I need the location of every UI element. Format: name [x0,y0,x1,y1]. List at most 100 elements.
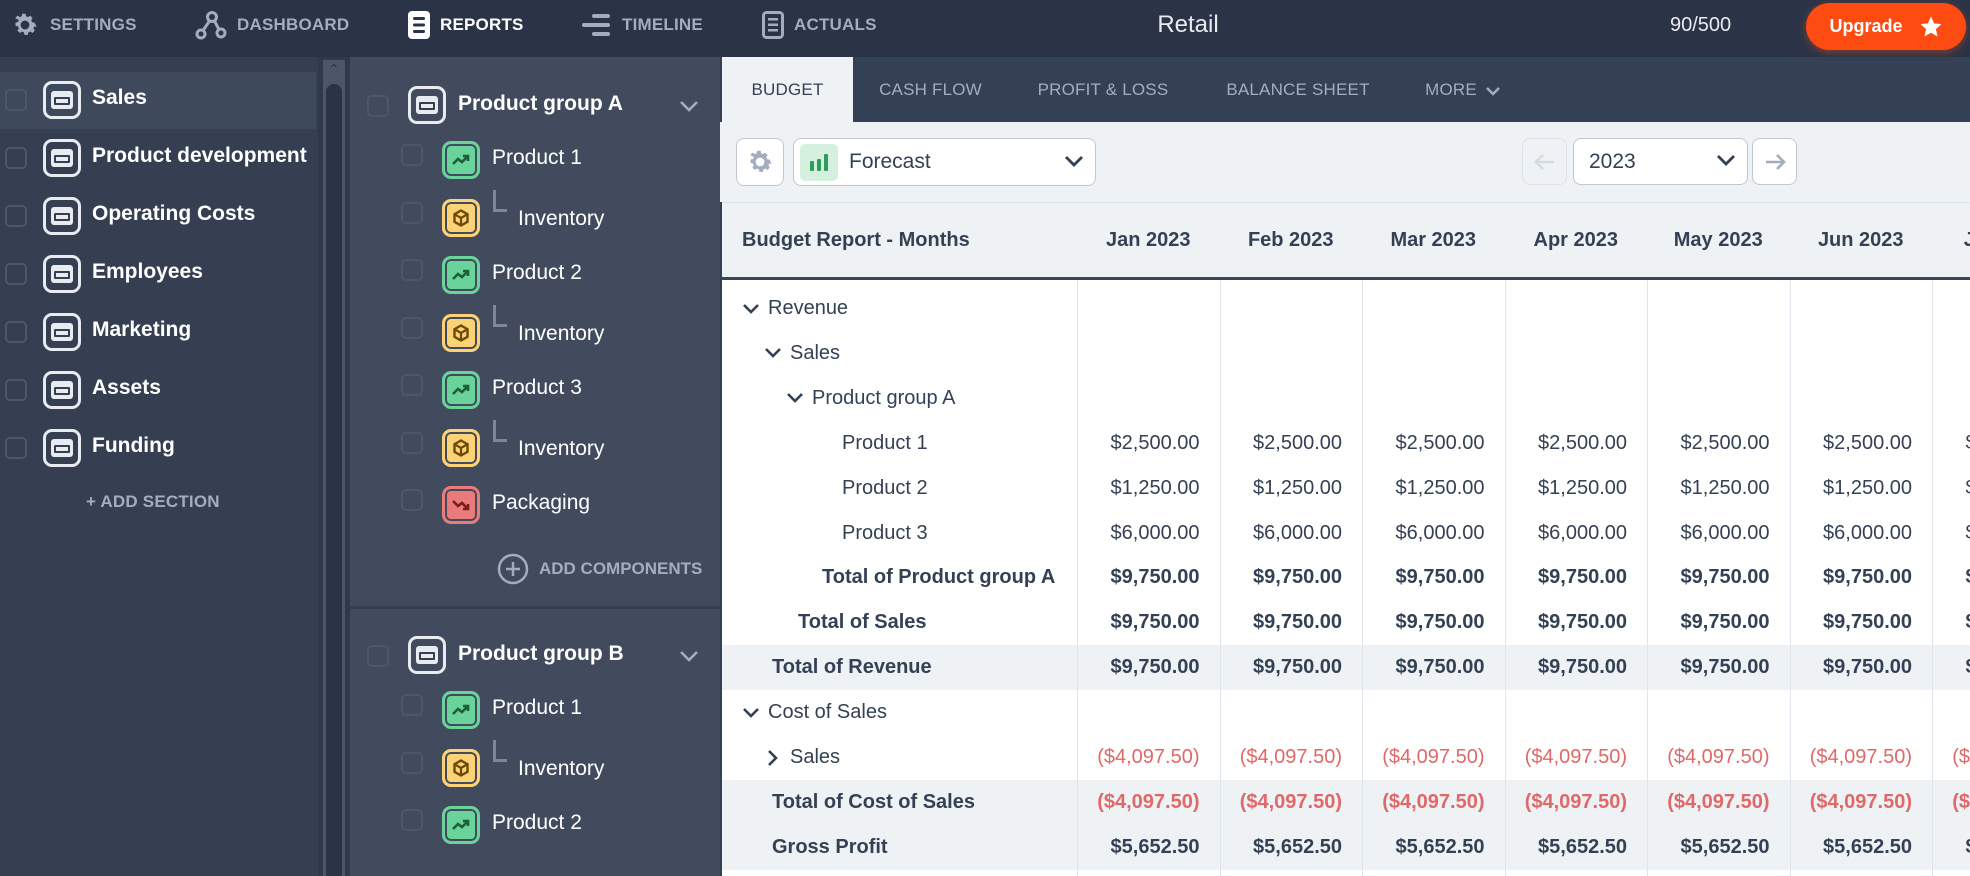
tab-profit-loss[interactable]: PROFIT & LOSS [1008,57,1198,122]
section-checkbox[interactable] [5,379,27,401]
add-section-button[interactable]: + ADD SECTION [86,492,220,512]
value-cell[interactable]: $9,750.00 [1752,600,1912,645]
value-cell[interactable]: $6,000.00 [1325,511,1485,556]
row-label[interactable]: Sales [764,735,840,780]
section-checkbox[interactable] [5,89,27,111]
value-cell[interactable]: $9,750.00 [1752,555,1912,600]
component-item[interactable]: Inventory [350,739,720,799]
value-cell[interactable] [1182,690,1342,735]
value-cell[interactable] [1325,690,1485,735]
nav-reports[interactable]: REPORTS [408,0,524,50]
value-cell[interactable]: ($4,097.50) [1325,735,1484,780]
value-cell[interactable]: $6,000.00 [1040,511,1200,556]
value-cell[interactable]: $9,750.00 [1752,645,1912,690]
value-cell[interactable]: $2,500.00 [1467,421,1627,466]
sidebar-scrollbar-thumb[interactable] [326,84,342,876]
value-cell[interactable]: $6,000.00 [1610,511,1770,556]
component-item[interactable]: Inventory [350,189,720,249]
column-header[interactable]: Jul 2023 [1932,203,1970,278]
component-item[interactable]: Product 1 [350,134,720,191]
value-cell[interactable] [1182,286,1342,331]
group-checkbox[interactable] [367,645,389,667]
value-cell[interactable]: $1,250.00 [1467,466,1627,511]
row-label[interactable]: Revenue [742,286,848,331]
section-item[interactable]: Operating Costs [0,188,316,245]
value-cell[interactable]: $9,750.00 [1610,645,1770,690]
column-header[interactable]: Jan 2023 [1077,203,1220,278]
chevron-down-icon[interactable] [678,95,700,117]
component-checkbox[interactable] [401,316,423,339]
value-cell[interactable]: $9,750.00 [1467,600,1627,645]
component-checkbox[interactable] [401,489,423,511]
value-cell[interactable]: $5,652.50 [1182,825,1342,870]
column-header[interactable]: Mar 2023 [1362,203,1505,278]
component-checkbox[interactable] [401,374,423,396]
value-cell[interactable]: ($4,097.50) [1467,780,1627,825]
value-cell[interactable] [1752,376,1912,421]
section-checkbox[interactable] [5,263,27,285]
value-cell[interactable] [1182,331,1342,376]
row-label[interactable]: Cost of Sales [742,690,887,735]
previous-year-button[interactable] [1522,138,1567,185]
section-checkbox[interactable] [5,437,27,459]
value-cell[interactable]: $1,250.00 [1040,466,1200,511]
value-cell[interactable] [1040,331,1200,376]
column-header[interactable]: Feb 2023 [1220,203,1363,278]
section-item[interactable]: Assets [0,362,316,419]
column-header[interactable]: Apr 2023 [1505,203,1648,278]
component-checkbox[interactable] [401,431,423,454]
component-item[interactable]: Product 2 [350,249,720,306]
value-cell[interactable]: ($4,097.50) [1610,735,1769,780]
tab-balance-sheet[interactable]: BALANCE SHEET [1198,57,1398,122]
section-item[interactable]: Employees [0,246,316,303]
value-cell[interactable]: $9,750.00 [1325,600,1485,645]
component-group-header[interactable]: Product group A [350,78,720,134]
value-cell[interactable]: $9,750.00 [1040,555,1200,600]
value-cell[interactable]: $2,500.00 [1325,421,1485,466]
value-cell[interactable] [1752,331,1912,376]
section-checkbox[interactable] [5,321,27,343]
section-item[interactable]: Sales [0,72,316,129]
value-cell[interactable]: $9,750.00 [1182,645,1342,690]
value-cell[interactable] [1325,331,1485,376]
value-cell[interactable]: $9,750.00 [1040,600,1200,645]
value-cell[interactable] [1040,376,1200,421]
value-cell[interactable]: $9,750.00 [1182,600,1342,645]
row-label[interactable]: Product group A [786,376,955,421]
value-cell[interactable]: $2,500.00 [1610,421,1770,466]
value-cell[interactable]: ($4,097.50) [1040,780,1199,825]
value-cell[interactable]: ($4,097.50) [1182,780,1342,825]
chevron-down-icon[interactable] [786,389,804,407]
value-cell[interactable]: ($4,097.50) [1467,735,1627,780]
component-group-header[interactable]: Product group B [350,628,720,684]
nav-settings[interactable]: SETTINGS [10,0,137,50]
value-cell[interactable]: $1,250.00 [1610,466,1770,511]
value-cell[interactable]: $9,750.00 [1325,555,1485,600]
section-checkbox[interactable] [5,205,27,227]
value-cell[interactable] [1610,376,1770,421]
value-cell[interactable] [1467,690,1627,735]
value-cell[interactable] [1467,376,1627,421]
value-cell[interactable]: $1,250.00 [1182,466,1342,511]
component-checkbox[interactable] [401,259,423,281]
value-cell[interactable]: $2,500.00 [1040,421,1200,466]
value-cell[interactable] [1752,286,1912,331]
value-cell[interactable]: $9,750.00 [1040,645,1200,690]
value-cell[interactable]: $9,750.00 [1182,555,1342,600]
value-cell[interactable]: $1,250.00 [1752,466,1912,511]
value-cell[interactable] [1325,286,1485,331]
chevron-right-icon[interactable] [764,749,782,767]
chevron-down-icon[interactable] [742,300,760,318]
column-header[interactable]: Jun 2023 [1790,203,1933,278]
chevron-down-icon[interactable] [742,704,760,722]
value-cell[interactable]: $9,750.00 [1325,645,1485,690]
value-cell[interactable]: ($4,097.50) [1182,735,1342,780]
value-cell[interactable] [1040,286,1200,331]
nav-actuals[interactable]: ACTUALS [762,0,877,50]
value-cell[interactable]: $6,000.00 [1752,511,1912,556]
nav-dashboard[interactable]: DASHBOARD [195,0,349,50]
chevron-down-icon[interactable] [764,344,782,362]
value-cell[interactable] [1610,331,1770,376]
value-cell[interactable] [1610,690,1770,735]
value-cell[interactable]: $9,750.00 [1467,555,1627,600]
